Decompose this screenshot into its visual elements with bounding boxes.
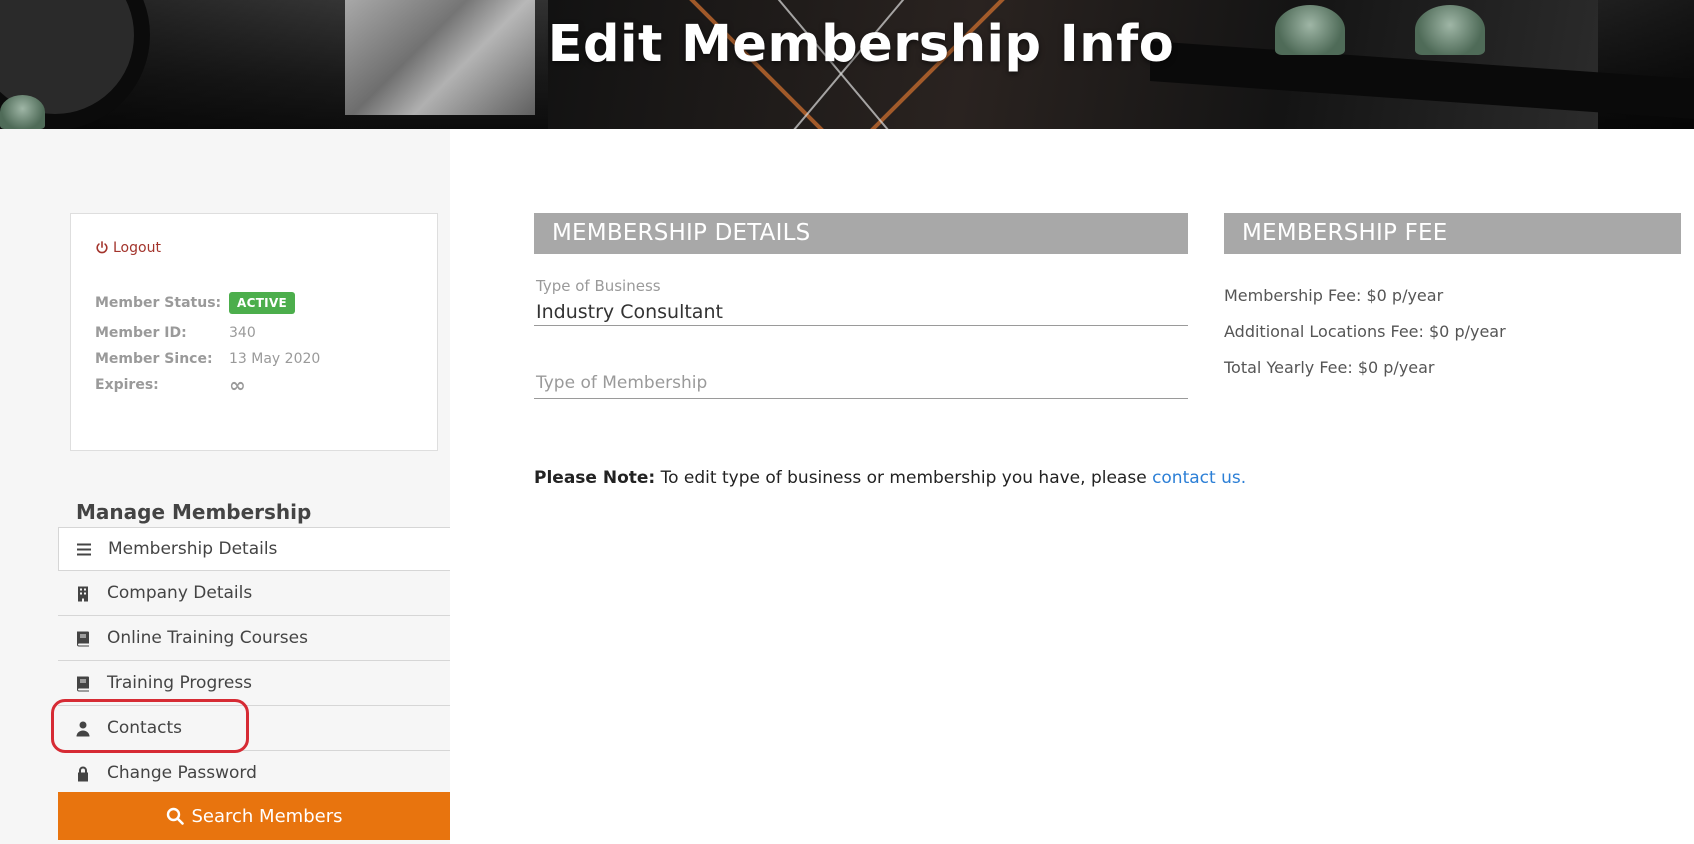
membership-type-field[interactable]: Type of Membership (536, 373, 707, 393)
note-bold: Please Note: (534, 468, 656, 488)
nav-label: Company Details (107, 583, 253, 603)
nav-contacts[interactable]: Contacts (58, 706, 450, 751)
membership-fee-heading: MEMBERSHIP FEE (1224, 213, 1681, 254)
user-icon (75, 719, 91, 737)
membership-fee-text: Membership Fee: $0 p/year (1224, 286, 1444, 305)
membership-details-heading: MEMBERSHIP DETAILS (534, 213, 1188, 254)
nav-label: Membership Details (108, 539, 278, 559)
nav-label: Online Training Courses (107, 628, 308, 648)
nav-membership-details[interactable]: Membership Details (58, 527, 450, 571)
building-icon (75, 584, 91, 602)
edit-note: Please Note: To edit type of business or… (534, 468, 1246, 488)
header-banner: Edit Membership Info (0, 0, 1694, 129)
nav-label: Contacts (107, 718, 182, 738)
plant-decoration (0, 95, 45, 129)
member-id-label: Member ID: (95, 325, 187, 341)
power-icon (96, 241, 108, 254)
member-id-row: Member ID: 340 (95, 325, 256, 341)
member-since-label: Member Since: (95, 351, 213, 367)
book-icon (75, 629, 91, 647)
membership-type-underline (534, 398, 1188, 399)
manage-membership-nav: Membership Details Company Details Onlin… (58, 527, 450, 796)
search-members-label: Search Members (191, 805, 343, 827)
contact-us-link[interactable]: contact us. (1152, 468, 1246, 488)
member-since-row: Member Since: 13 May 2020 (95, 351, 320, 367)
nav-change-password[interactable]: Change Password (58, 751, 450, 796)
nav-label: Training Progress (107, 673, 253, 693)
note-text: To edit type of business or membership y… (655, 468, 1153, 488)
business-type-label: Type of Business (536, 277, 661, 295)
nav-label: Change Password (107, 763, 257, 783)
search-icon (166, 807, 184, 825)
member-id-value: 340 (229, 325, 256, 341)
lock-icon (75, 764, 91, 782)
member-status-row: Member Status: ACTIVE (95, 292, 296, 314)
expires-row: Expires: ∞ (95, 373, 246, 397)
nav-company-details[interactable]: Company Details (58, 571, 450, 616)
book-icon (75, 674, 91, 692)
member-since-value: 13 May 2020 (229, 351, 321, 367)
search-members-button[interactable]: Search Members (58, 792, 450, 840)
additional-locations-fee-text: Additional Locations Fee: $0 p/year (1224, 322, 1506, 341)
logout-link[interactable]: Logout (95, 240, 161, 256)
member-status-label: Member Status: (95, 295, 222, 311)
page-title: Edit Membership Info (547, 15, 1175, 74)
logout-label: Logout (113, 240, 161, 256)
nav-training-progress[interactable]: Training Progress (58, 661, 450, 706)
total-yearly-fee-text: Total Yearly Fee: $0 p/year (1224, 358, 1435, 377)
manage-membership-heading: Manage Membership (76, 500, 312, 524)
expires-value: ∞ (229, 373, 246, 397)
business-type-field[interactable]: Industry Consultant (536, 301, 723, 323)
nav-online-training-courses[interactable]: Online Training Courses (58, 616, 450, 661)
business-type-underline (534, 325, 1188, 326)
list-icon (76, 540, 92, 558)
member-status-card: Logout Member Status: ACTIVE Member ID: … (70, 213, 438, 451)
status-badge: ACTIVE (229, 292, 296, 314)
expires-label: Expires: (95, 377, 159, 393)
